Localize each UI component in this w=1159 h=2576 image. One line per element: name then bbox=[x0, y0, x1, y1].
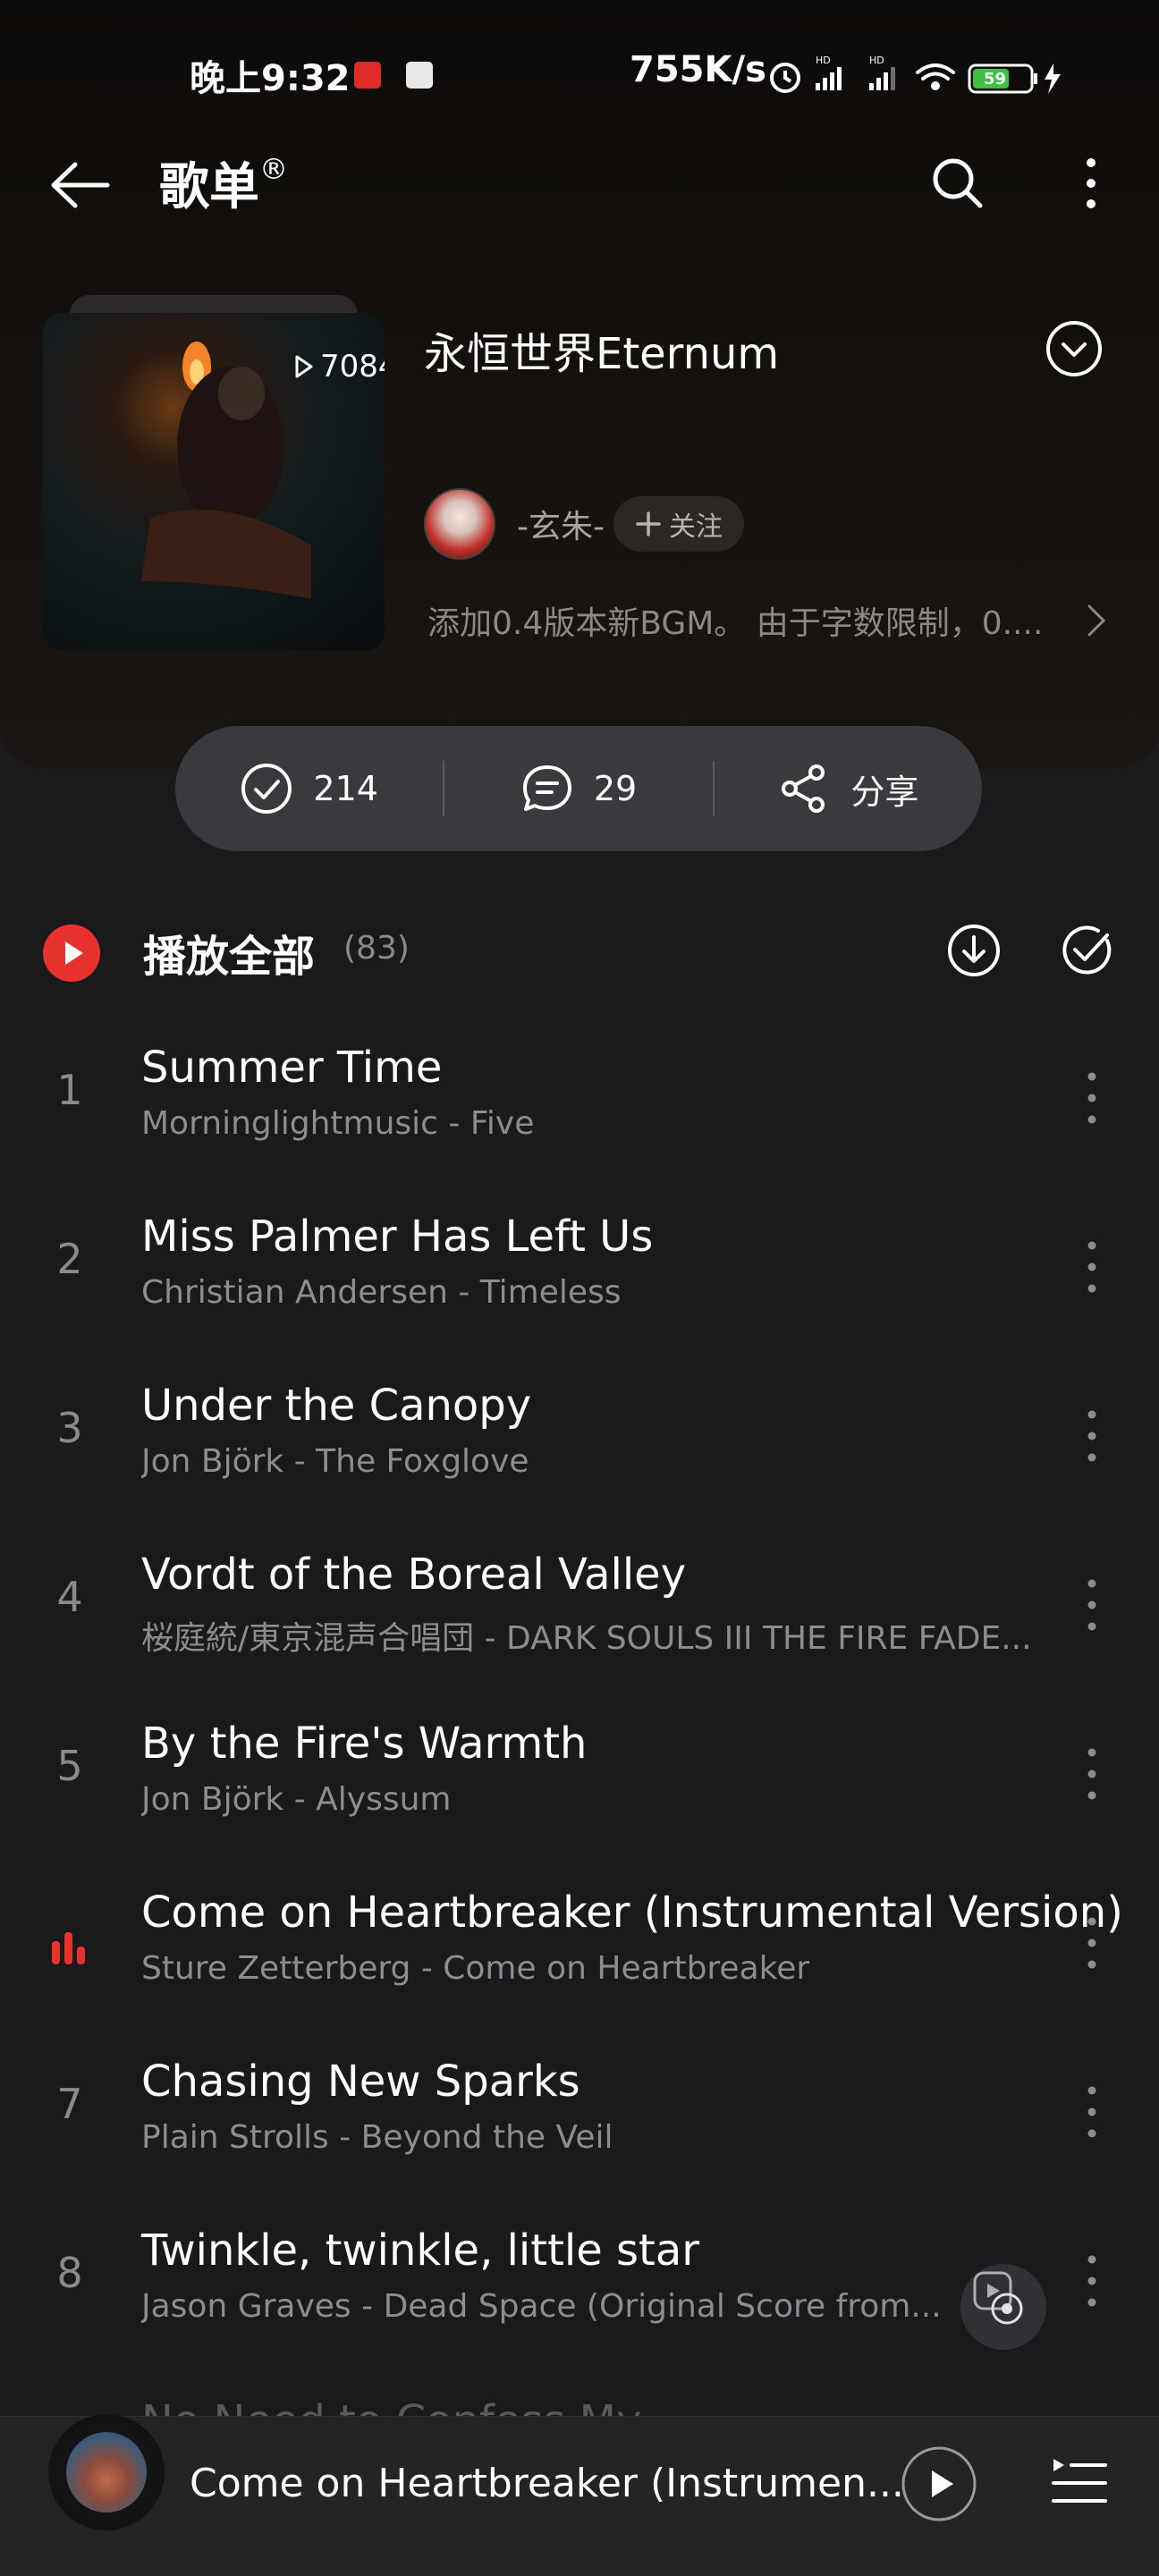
track-artist-album: Plain Strolls - Beyond the Veil bbox=[141, 2119, 613, 2156]
track-number: 7 bbox=[56, 2080, 83, 2128]
play-count-value: 7084 bbox=[320, 349, 385, 384]
track-number: 4 bbox=[56, 1573, 83, 1621]
svg-text:HD: HD bbox=[816, 55, 831, 66]
album-art-thumbnail bbox=[66, 2432, 147, 2513]
chevron-right-icon bbox=[1087, 604, 1106, 637]
search-icon[interactable] bbox=[926, 152, 989, 215]
share-icon bbox=[782, 764, 825, 813]
track-more-icon[interactable] bbox=[1073, 1233, 1111, 1301]
track-more-icon[interactable] bbox=[1073, 2078, 1111, 2146]
play-all-icon[interactable] bbox=[43, 925, 100, 982]
collect-button[interactable]: 214 bbox=[175, 762, 443, 815]
track-row[interactable]: 4 Vordt of the Boreal Valley 桜庭統/東京混声合唱団 -… bbox=[0, 1526, 1159, 1696]
track-row[interactable]: 5 By the Fire's Warmth Jon Björk - Alyssum bbox=[0, 1695, 1159, 1865]
svg-text:59: 59 bbox=[984, 70, 1006, 89]
track-artist-album: Morninglightmusic - Five bbox=[141, 1105, 535, 1142]
now-playing-equalizer-icon bbox=[52, 1932, 85, 1964]
wifi-icon bbox=[916, 63, 955, 90]
track-title: Chasing New Sparks bbox=[141, 2057, 580, 2107]
action-bar: 214 29 分享 bbox=[175, 726, 982, 851]
status-bar: 晚上9:32 755K/s HD HD 59 bbox=[0, 49, 1159, 103]
track-title: Under the Canopy bbox=[141, 1381, 532, 1431]
play-count-icon bbox=[295, 355, 313, 378]
play-all-label[interactable]: 播放全部 bbox=[143, 921, 315, 984]
floating-assistant-button[interactable] bbox=[960, 2264, 1046, 2350]
track-title: Miss Palmer Has Left Us bbox=[141, 1212, 654, 1262]
track-title: Come on Heartbreaker (Instrumental Versi… bbox=[141, 1888, 1123, 1938]
share-button[interactable]: 分享 bbox=[715, 762, 982, 815]
svg-text:HD: HD bbox=[869, 55, 884, 66]
signal-icon-2: HD bbox=[869, 55, 895, 90]
track-number: 5 bbox=[56, 1742, 83, 1790]
charging-icon bbox=[1045, 63, 1061, 94]
expand-chevron-icon[interactable] bbox=[1045, 319, 1104, 378]
track-row[interactable]: Come on Heartbreaker (Instrumental Versi… bbox=[0, 1864, 1159, 2034]
play-all-row: 播放全部 (83) bbox=[0, 912, 1159, 992]
track-artist-album: Jason Graves - Dead Space (Original Scor… bbox=[141, 2288, 942, 2325]
floating-play-icon bbox=[973, 2271, 1023, 2325]
creator-row: -玄朱- 关注 bbox=[424, 488, 744, 560]
track-number: 8 bbox=[56, 2249, 83, 2297]
play-count: 7084 bbox=[293, 349, 385, 384]
playlist-description[interactable]: 添加0.4版本新BGM。 由于字数限制，0.... bbox=[427, 597, 1107, 644]
avatar[interactable] bbox=[424, 488, 495, 560]
back-arrow-icon[interactable] bbox=[45, 154, 116, 216]
netease-notification-icon bbox=[354, 62, 381, 89]
signal-icon: HD bbox=[816, 55, 842, 90]
track-more-icon[interactable] bbox=[1073, 1064, 1111, 1132]
battery-icon: 59 bbox=[968, 63, 1037, 94]
track-row[interactable]: 2 Miss Palmer Has Left Us Christian Anders… bbox=[0, 1188, 1159, 1358]
collect-check-icon bbox=[241, 764, 292, 814]
track-more-icon[interactable] bbox=[1073, 1571, 1111, 1639]
alarm-icon bbox=[770, 63, 800, 93]
track-artist-album: 桜庭統/東京混声合唱団 - DARK SOULS III THE FIRE FA… bbox=[141, 1620, 1032, 1657]
creator-name[interactable]: -玄朱- bbox=[517, 501, 605, 547]
follow-button[interactable]: 关注 bbox=[613, 496, 744, 552]
track-title: Vordt of the Boreal Valley bbox=[141, 1550, 687, 1600]
play-pause-icon[interactable] bbox=[900, 2445, 978, 2523]
track-artist-album: Jon Björk - The Foxglove bbox=[141, 1443, 529, 1480]
track-count: (83) bbox=[343, 930, 410, 967]
mini-player-disc[interactable] bbox=[48, 2414, 165, 2530]
cover-image: 7084 bbox=[43, 313, 385, 651]
track-artist-album: Sture Zetterberg - Come on Heartbreaker bbox=[141, 1950, 810, 1987]
track-number: 3 bbox=[56, 1404, 83, 1452]
track-title: Twinkle, twinkle, little star bbox=[141, 2225, 699, 2276]
track-row[interactable]: 1 Summer Time Morninglightmusic - Five bbox=[0, 1019, 1159, 1189]
track-more-icon[interactable] bbox=[1073, 1909, 1111, 1977]
top-bar: 歌单® bbox=[0, 143, 1159, 224]
download-icon[interactable] bbox=[946, 923, 1002, 978]
collect-count: 214 bbox=[313, 769, 378, 808]
playlist-queue-icon[interactable] bbox=[1048, 2452, 1111, 2514]
track-title: Summer Time bbox=[141, 1043, 443, 1093]
more-vertical-icon[interactable] bbox=[1070, 152, 1112, 215]
playlist-cover[interactable]: 7084 bbox=[43, 295, 385, 651]
track-more-icon[interactable] bbox=[1073, 1402, 1111, 1470]
share-label: 分享 bbox=[850, 772, 919, 812]
multi-select-icon[interactable] bbox=[1059, 923, 1114, 978]
playlist-title: 永恒世界Eternum bbox=[424, 329, 780, 379]
track-artist-album: Jon Björk - Alyssum bbox=[141, 1781, 452, 1818]
comment-icon bbox=[522, 765, 571, 811]
description-text: 添加0.4版本新BGM。 由于字数限制，0.... bbox=[427, 605, 1044, 642]
track-row[interactable]: 7 Chasing New Sparks Plain Strolls - Beyon… bbox=[0, 2033, 1159, 2203]
app-notification-icon bbox=[406, 62, 433, 89]
track-title: By the Fire's Warmth bbox=[141, 1719, 588, 1769]
track-artist-album: Christian Andersen - Timeless bbox=[141, 1274, 622, 1311]
follow-label: 关注 bbox=[668, 511, 723, 543]
plus-icon bbox=[636, 511, 661, 536]
track-number: 1 bbox=[56, 1066, 83, 1114]
mini-player-title[interactable]: Come on Heartbreaker (Instrumen... bbox=[190, 2461, 904, 2506]
comment-count: 29 bbox=[593, 769, 638, 808]
track-more-icon[interactable] bbox=[1073, 2247, 1111, 2315]
track-row[interactable]: 3 Under the Canopy Jon Björk - The Foxglov… bbox=[0, 1357, 1159, 1527]
status-time: 晚上9:32 bbox=[190, 58, 351, 99]
track-number: 2 bbox=[56, 1235, 83, 1283]
track-more-icon[interactable] bbox=[1073, 1740, 1111, 1808]
page-title: 歌单® bbox=[159, 152, 288, 216]
status-icons: HD HD 59 bbox=[770, 55, 1061, 94]
comment-button[interactable]: 29 bbox=[444, 762, 712, 815]
network-speed: 755K/s bbox=[630, 49, 766, 90]
